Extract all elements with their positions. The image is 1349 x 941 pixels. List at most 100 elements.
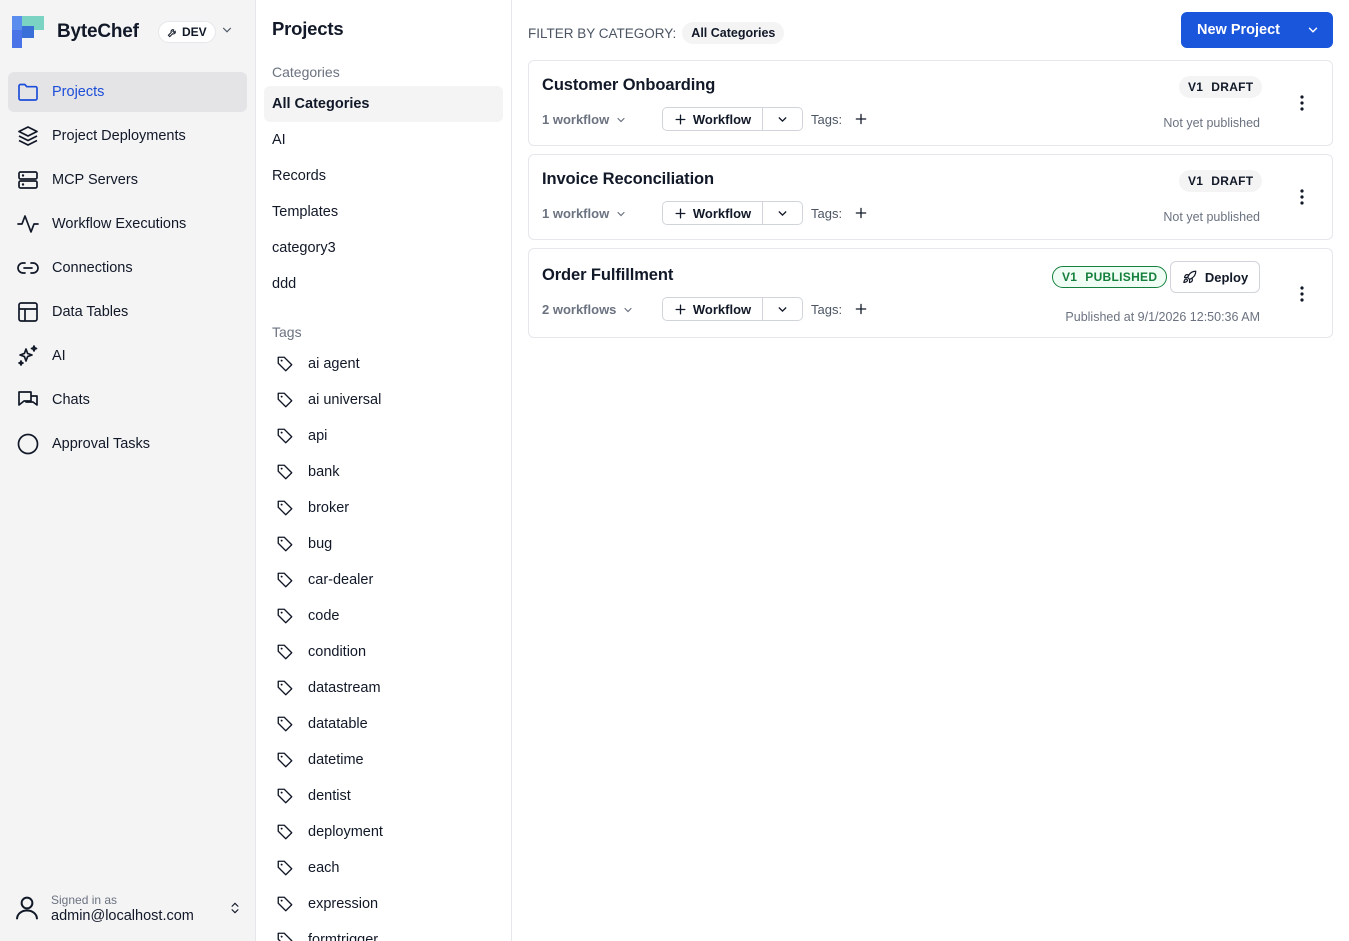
workflow-count-toggle[interactable]: 2 workflows bbox=[542, 302, 634, 317]
projects-main: FILTER BY CATEGORY: All Categories New P… bbox=[512, 0, 1349, 941]
add-tag-icon[interactable] bbox=[854, 302, 868, 316]
tag-label: expression bbox=[308, 896, 379, 912]
tag-label: ai agent bbox=[308, 356, 360, 372]
server-icon bbox=[18, 171, 38, 189]
category-item[interactable]: ddd bbox=[264, 266, 503, 302]
workflow-count-toggle[interactable]: 1 workflow bbox=[542, 112, 627, 127]
categories-panel: Projects Categories All Categories AI Re… bbox=[256, 0, 512, 941]
project-title[interactable]: Order Fulfillment bbox=[542, 266, 673, 285]
tag-label: bug bbox=[308, 536, 333, 552]
version-status-badge: V1 DRAFT bbox=[1179, 76, 1263, 98]
tag-item[interactable]: datastream bbox=[264, 670, 503, 706]
tag-item[interactable]: code bbox=[264, 598, 503, 634]
tag-item[interactable]: api bbox=[264, 418, 503, 454]
sidebar-item-data-tables[interactable]: Data Tables bbox=[8, 292, 247, 332]
tag-item[interactable]: ai universal bbox=[264, 382, 503, 418]
sidebar-item-projects[interactable]: Projects bbox=[8, 72, 247, 112]
new-project-dropdown[interactable] bbox=[1293, 12, 1333, 48]
more-vertical-icon[interactable] bbox=[1299, 94, 1305, 112]
sidebar-item-connections[interactable]: Connections bbox=[8, 248, 247, 288]
sidebar-item-mcp-servers[interactable]: MCP Servers bbox=[8, 160, 247, 200]
category-item[interactable]: AI bbox=[264, 122, 503, 158]
sidebar-item-chats[interactable]: Chats bbox=[8, 380, 247, 420]
workflow-dropdown-button[interactable] bbox=[763, 207, 802, 220]
tag-item[interactable]: bug bbox=[264, 526, 503, 562]
project-card[interactable]: Order Fulfillment 2 workflows Workflow T… bbox=[528, 248, 1333, 338]
sidebar-item-label: AI bbox=[52, 348, 66, 364]
chevron-down-icon bbox=[624, 307, 633, 312]
sidebar-item-ai[interactable]: AI bbox=[8, 336, 247, 376]
tag-item[interactable]: datatable bbox=[264, 706, 503, 742]
sidebar-item-approval-tasks[interactable]: Approval Tasks bbox=[8, 424, 247, 464]
add-workflow-button[interactable]: Workflow bbox=[663, 202, 763, 224]
sparkles-icon bbox=[18, 345, 38, 366]
category-item[interactable]: category3 bbox=[264, 230, 503, 266]
version-label: V1 bbox=[1188, 80, 1204, 94]
environment-selector[interactable]: DEV bbox=[158, 21, 216, 43]
add-workflow-button[interactable]: Workflow bbox=[663, 108, 763, 130]
chevron-down-icon[interactable] bbox=[220, 23, 234, 37]
tag-item[interactable]: datetime bbox=[264, 742, 503, 778]
tag-label: car-dealer bbox=[308, 572, 374, 588]
add-tag-icon[interactable] bbox=[854, 112, 868, 126]
add-workflow-button-group: Workflow bbox=[662, 297, 803, 321]
tag-item[interactable]: broker bbox=[264, 490, 503, 526]
tag-icon bbox=[277, 788, 293, 804]
tag-item[interactable]: car-dealer bbox=[264, 562, 503, 598]
version-label: V1 bbox=[1062, 270, 1078, 284]
project-card[interactable]: Invoice Reconciliation 1 workflow Workfl… bbox=[528, 154, 1333, 240]
chevron-down-icon bbox=[778, 306, 787, 312]
category-item[interactable]: Templates bbox=[264, 194, 503, 230]
tags-label: Tags: bbox=[811, 302, 843, 317]
version-status-badge: V1 PUBLISHED bbox=[1052, 266, 1168, 288]
filter-value-pill[interactable]: All Categories bbox=[682, 22, 785, 44]
tag-label: datatable bbox=[308, 716, 368, 732]
tag-item[interactable]: ai agent bbox=[264, 346, 503, 382]
sidebar-item-workflow-executions[interactable]: Workflow Executions bbox=[8, 204, 247, 244]
project-title[interactable]: Customer Onboarding bbox=[542, 76, 715, 95]
tag-item[interactable]: dentist bbox=[264, 778, 503, 814]
chevron-down-icon bbox=[617, 211, 625, 216]
tag-label: code bbox=[308, 608, 340, 624]
user-menu[interactable]: Signed in as admin@localhost.com bbox=[12, 888, 248, 928]
version-status-badge: V1 DRAFT bbox=[1179, 170, 1263, 192]
tag-item[interactable]: bank bbox=[264, 454, 503, 490]
categories-heading: Categories bbox=[272, 64, 340, 80]
tag-icon bbox=[277, 860, 293, 876]
wrench-icon bbox=[167, 28, 176, 37]
more-vertical-icon[interactable] bbox=[1299, 188, 1305, 206]
category-item[interactable]: Records bbox=[264, 158, 503, 194]
tag-icon bbox=[277, 932, 293, 941]
tag-icon bbox=[277, 500, 293, 516]
sidebar-item-label: Data Tables bbox=[52, 304, 129, 320]
tag-item[interactable]: deployment bbox=[264, 814, 503, 850]
more-vertical-icon[interactable] bbox=[1299, 285, 1305, 303]
status-label: DRAFT bbox=[1211, 80, 1254, 94]
app-name: ByteChef bbox=[57, 21, 139, 42]
tag-item[interactable]: each bbox=[264, 850, 503, 886]
tag-icon bbox=[277, 824, 293, 840]
tag-icon bbox=[277, 464, 293, 480]
tag-item[interactable]: expression bbox=[264, 886, 503, 922]
workflow-count-toggle[interactable]: 1 workflow bbox=[542, 206, 627, 221]
chevron-down-icon bbox=[778, 210, 787, 216]
tag-item[interactable]: formtrigger bbox=[264, 922, 503, 941]
add-workflow-label: Workflow bbox=[692, 205, 752, 221]
project-card[interactable]: Customer Onboarding 1 workflow Workflow … bbox=[528, 60, 1333, 146]
sidebar-item-project-deployments[interactable]: Project Deployments bbox=[8, 116, 247, 156]
add-tag-icon[interactable] bbox=[854, 206, 868, 220]
tag-icon bbox=[277, 572, 293, 588]
new-project-button[interactable]: New Project bbox=[1181, 12, 1333, 48]
project-title[interactable]: Invoice Reconciliation bbox=[542, 170, 714, 189]
workflow-dropdown-button[interactable] bbox=[763, 113, 802, 126]
categories-list: All Categories AI Records Templates cate… bbox=[264, 86, 503, 302]
workflow-count: 1 workflow bbox=[542, 112, 610, 127]
workflow-dropdown-button[interactable] bbox=[763, 303, 802, 316]
add-workflow-button[interactable]: Workflow bbox=[663, 298, 763, 320]
tag-item[interactable]: condition bbox=[264, 634, 503, 670]
tags-label: Tags: bbox=[811, 112, 843, 127]
tag-label: formtrigger bbox=[308, 932, 379, 941]
deploy-button[interactable]: Deploy bbox=[1170, 261, 1260, 293]
chevrons-up-down-icon[interactable] bbox=[228, 900, 242, 916]
category-item[interactable]: All Categories bbox=[264, 86, 503, 122]
